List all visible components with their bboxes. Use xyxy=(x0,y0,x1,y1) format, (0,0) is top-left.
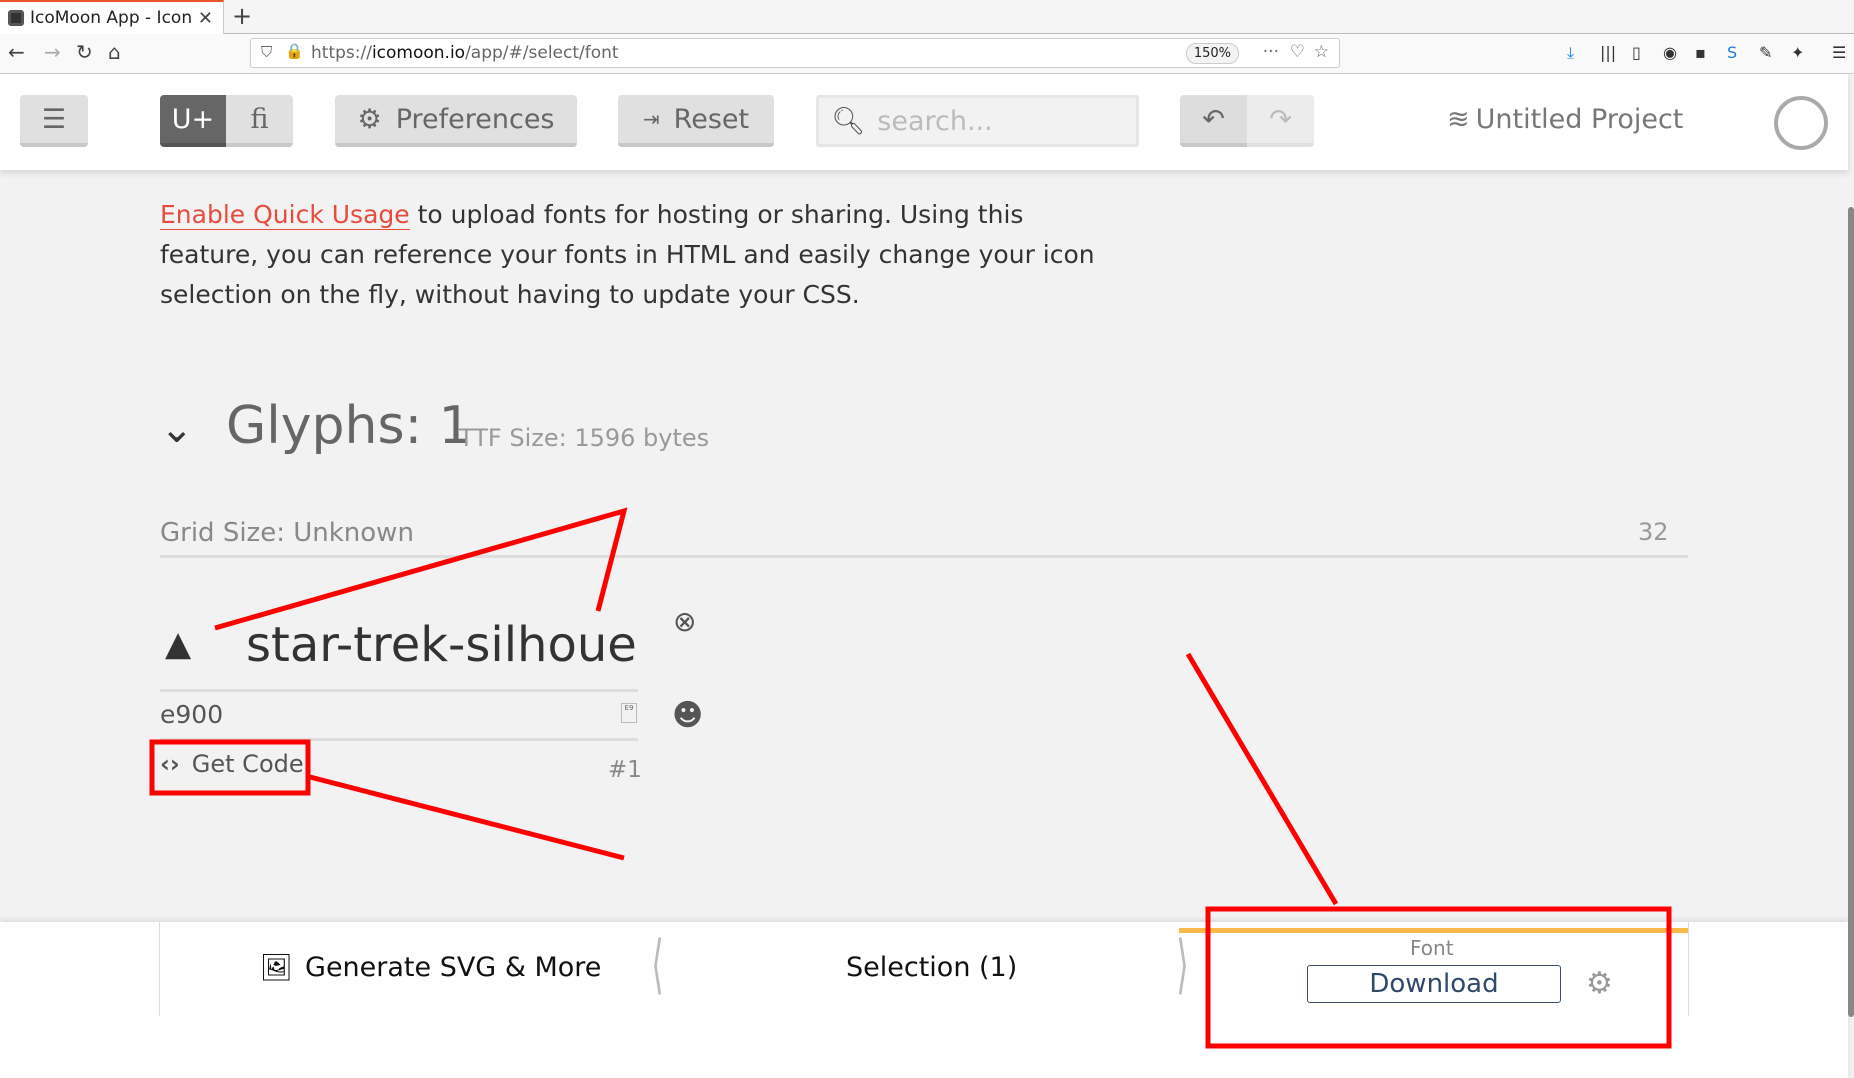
get-code-highlight-box xyxy=(149,739,311,796)
download-highlight-box xyxy=(1205,906,1672,1049)
annotation-arrow xyxy=(214,507,628,631)
annotation-overlay xyxy=(149,507,1672,1049)
annotation-line xyxy=(1185,652,1339,906)
annotation-line xyxy=(309,774,625,861)
